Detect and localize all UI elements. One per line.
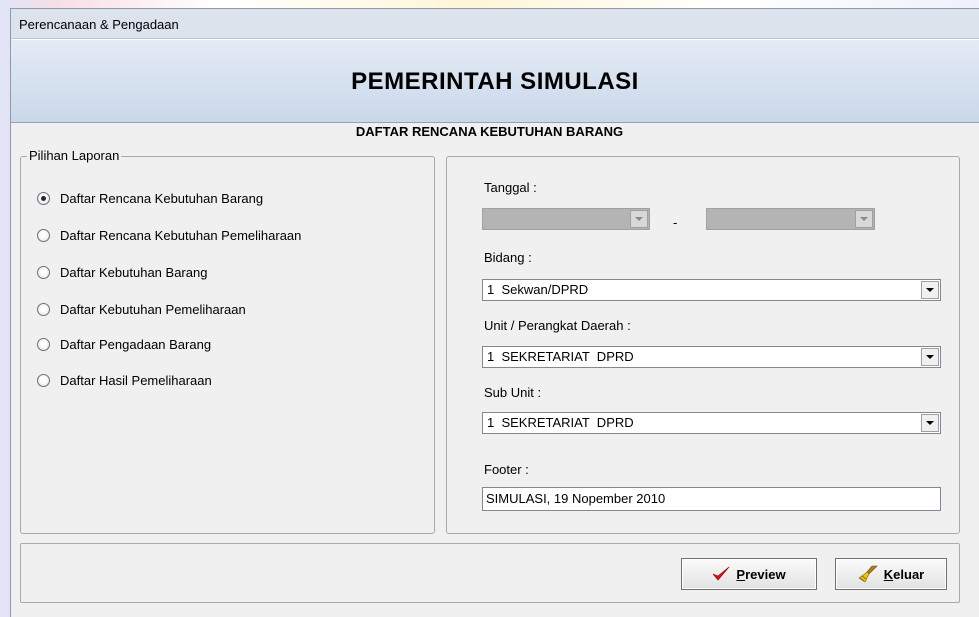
tanggal-from-select[interactable] [482,208,650,230]
radio-option-label: Daftar Hasil Pemeliharaan [60,372,212,388]
radio-option-rencana-kebutuhan-barang[interactable]: Daftar Rencana Kebutuhan Barang [37,189,263,207]
radio-button-icon[interactable] [37,373,50,387]
radio-button-icon[interactable] [37,228,50,242]
radio-option-hasil-pemeliharaan[interactable]: Daftar Hasil Pemeliharaan [37,371,212,389]
header-banner: PEMERINTAH SIMULASI [11,39,979,123]
footer-value: SIMULASI, 19 Nopember 2010 [486,491,666,506]
preview-label: Preview [736,566,786,582]
button-bar: Preview Keluar [20,543,960,603]
radio-option-rencana-kebutuhan-pemeliharaan[interactable]: Daftar Rencana Kebutuhan Pemeliharaan [37,226,301,244]
radio-option-label: Daftar Rencana Kebutuhan Pemeliharaan [60,227,302,243]
radio-button-icon[interactable] [37,191,50,205]
bidang-label: Bidang : [484,250,532,265]
unit-label: Unit / Perangkat Daerah : [484,318,631,333]
window-title: Perencanaan & Pengadaan [19,17,179,32]
header-title: PEMERINTAH SIMULASI [351,68,639,95]
bidang-select[interactable]: 1 Sekwan/DPRD [482,279,941,301]
unit-select[interactable]: 1 SEKRETARIAT DPRD [482,346,941,368]
report-subtitle: DAFTAR RENCANA KEBUTUHAN BARANG [355,124,624,139]
footer-input[interactable]: SIMULASI, 19 Nopember 2010 [482,487,941,511]
report-options-group: Pilihan Laporan Daftar Rencana Kebutuhan… [20,148,435,534]
broom-icon [858,565,878,583]
radio-option-pengadaan-barang[interactable]: Daftar Pengadaan Barang [37,335,211,353]
report-options-legend: Pilihan Laporan [27,148,122,163]
keluar-label: Keluar [883,566,925,582]
chevron-down-icon[interactable] [921,348,939,366]
tanggal-separator: - [673,215,678,230]
tanggal-to-select[interactable] [706,208,875,230]
sub-unit-select[interactable]: 1 SEKRETARIAT DPRD [482,412,941,434]
radio-option-label: Daftar Kebutuhan Pemeliharaan [60,301,246,317]
radio-option-label: Daftar Kebutuhan Barang [60,264,208,280]
window-titlebar: Perencanaan & Pengadaan [11,9,979,39]
tanggal-label: Tanggal : [484,180,537,195]
bidang-value: 1 Sekwan/DPRD [487,282,589,297]
checkmark-icon [712,566,730,582]
radio-button-icon[interactable] [37,265,50,279]
footer-label: Footer : [484,462,529,477]
radio-option-label: Daftar Rencana Kebutuhan Barang [60,190,264,206]
radio-option-kebutuhan-barang[interactable]: Daftar Kebutuhan Barang [37,263,207,281]
unit-value: 1 SEKRETARIAT DPRD [487,349,634,364]
chevron-down-icon[interactable] [921,414,939,432]
sub-unit-value: 1 SEKRETARIAT DPRD [487,415,634,430]
radio-button-icon[interactable] [37,302,50,316]
radio-option-label: Daftar Pengadaan Barang [60,336,212,352]
chevron-down-icon[interactable] [855,210,873,228]
keluar-button[interactable]: Keluar [835,558,947,590]
radio-option-kebutuhan-pemeliharaan[interactable]: Daftar Kebutuhan Pemeliharaan [37,300,246,318]
sub-unit-label: Sub Unit : [484,385,542,400]
chevron-down-icon[interactable] [921,281,939,299]
radio-button-icon[interactable] [37,337,50,351]
preview-button[interactable]: Preview [681,558,817,590]
chevron-down-icon[interactable] [630,210,648,228]
